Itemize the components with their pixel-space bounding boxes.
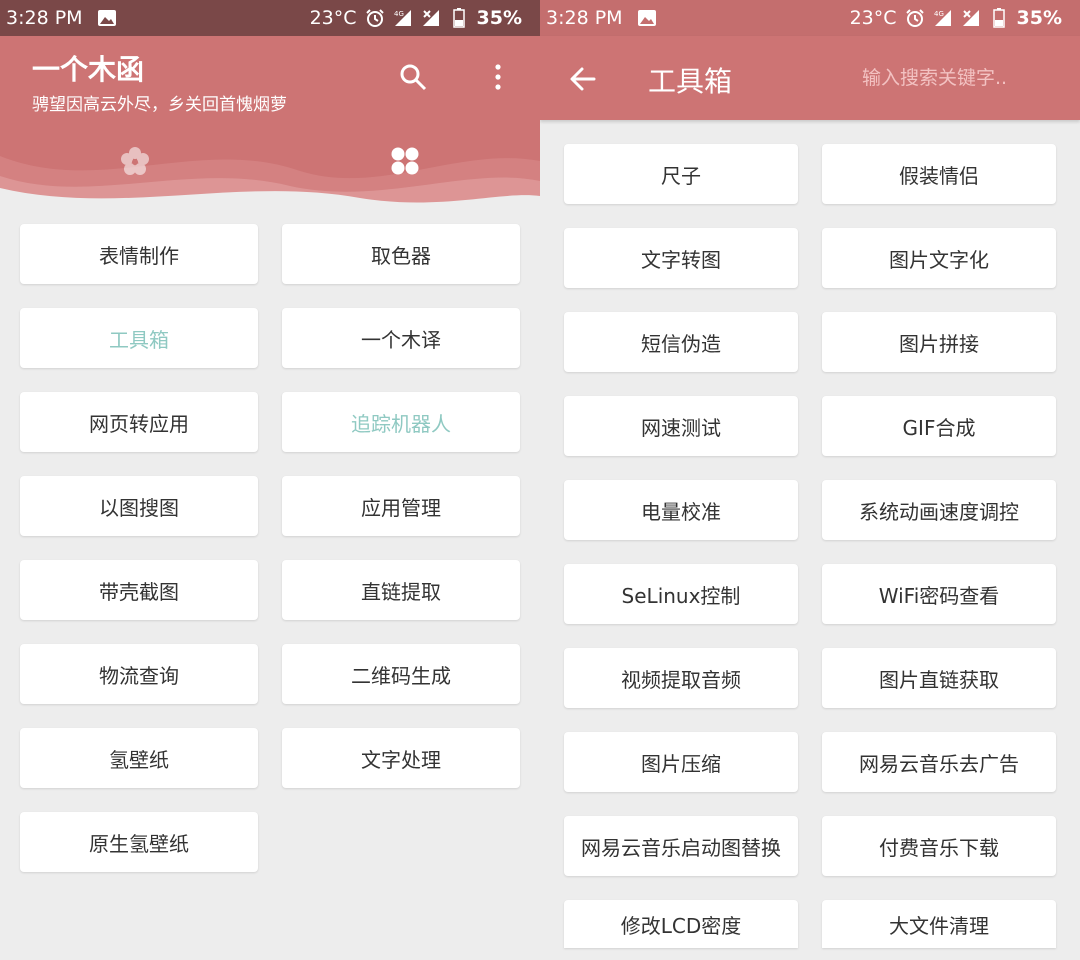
battery-icon	[452, 8, 465, 28]
clock: 3:28 PM	[6, 7, 83, 29]
tool-button[interactable]: 工具箱	[20, 308, 258, 368]
image-icon	[97, 10, 116, 26]
header-wave-decoration	[0, 156, 540, 206]
back-arrow-icon[interactable]	[568, 64, 598, 94]
search-input[interactable]	[860, 60, 1064, 96]
tool-button[interactable]: 短信伪造	[564, 312, 798, 372]
image-icon	[637, 10, 656, 26]
tool-button[interactable]: 一个木译	[282, 308, 520, 368]
tool-button[interactable]: 以图搜图	[20, 476, 258, 536]
temperature: 23°C	[849, 7, 897, 29]
tool-button[interactable]: 图片文字化	[822, 228, 1056, 288]
tool-button[interactable]: 付费音乐下载	[822, 816, 1056, 876]
signal-no-sim-icon	[962, 10, 979, 26]
tool-button[interactable]: 直链提取	[282, 560, 520, 620]
svg-text:4G: 4G	[934, 10, 944, 18]
toolbar: 工具箱	[540, 36, 1080, 120]
battery-level: 35%	[476, 7, 522, 29]
tool-button[interactable]: 尺子	[564, 144, 798, 204]
tool-button[interactable]: 取色器	[282, 224, 520, 284]
clock: 3:28 PM	[546, 7, 623, 29]
svg-text:4G: 4G	[394, 10, 404, 18]
tool-button[interactable]: 网页转应用	[20, 392, 258, 452]
tool-button[interactable]: 视频提取音频	[564, 648, 798, 708]
tool-button[interactable]: SeLinux控制	[564, 564, 798, 624]
signal-4g-icon: 4G	[394, 10, 411, 26]
alarm-icon	[905, 9, 924, 27]
grid-icon[interactable]	[390, 146, 420, 176]
status-bar: 3:28 PM 23°C 4G 35%	[540, 0, 1080, 36]
tool-button[interactable]: 图片直链获取	[822, 648, 1056, 708]
home-screen: 3:28 PM 23°C 4G 35% 一个木函 骋望因高云外尽，乡关回首愧烟萝	[0, 0, 540, 960]
tool-button[interactable]: 电量校准	[564, 480, 798, 540]
page-title: 工具箱	[648, 65, 733, 98]
tool-button[interactable]: 表情制作	[20, 224, 258, 284]
tool-button[interactable]: 图片压缩	[564, 732, 798, 792]
tool-button[interactable]: 二维码生成	[282, 644, 520, 704]
battery-level: 35%	[1016, 7, 1062, 29]
tool-button[interactable]: 假装情侣	[822, 144, 1056, 204]
status-bar: 3:28 PM 23°C 4G 35%	[0, 0, 540, 36]
tool-button[interactable]: 物流查询	[20, 644, 258, 704]
search-icon[interactable]	[398, 62, 428, 92]
toolbox-screen: 3:28 PM 23°C 4G 35% 工具箱 尺子 假装情侣 文字转图 图片文…	[540, 0, 1080, 960]
tool-button[interactable]: 文字处理	[282, 728, 520, 788]
signal-4g-icon: 4G	[934, 10, 951, 26]
app-header: 一个木函 骋望因高云外尽，乡关回首愧烟萝	[0, 36, 540, 206]
more-vert-icon[interactable]	[483, 62, 513, 92]
signal-no-sim-icon	[422, 10, 439, 26]
tool-button[interactable]: 应用管理	[282, 476, 520, 536]
tool-button[interactable]: 系统动画速度调控	[822, 480, 1056, 540]
tool-button[interactable]: WiFi密码查看	[822, 564, 1056, 624]
tool-button[interactable]: GIF合成	[822, 396, 1056, 456]
temperature: 23°C	[309, 7, 357, 29]
app-subtitle: 骋望因高云外尽，乡关回首愧烟萝	[32, 95, 287, 115]
tool-button[interactable]: 修改LCD密度	[564, 900, 798, 948]
flower-icon[interactable]	[120, 146, 150, 176]
tool-button[interactable]: 追踪机器人	[282, 392, 520, 452]
tool-button[interactable]: 大文件清理	[822, 900, 1056, 948]
tool-button[interactable]: 原生氢壁纸	[20, 812, 258, 872]
tool-button[interactable]: 网易云音乐去广告	[822, 732, 1056, 792]
tool-button[interactable]: 图片拼接	[822, 312, 1056, 372]
battery-icon	[992, 8, 1005, 28]
tool-button[interactable]: 氢壁纸	[20, 728, 258, 788]
tool-button[interactable]: 网易云音乐启动图替换	[564, 816, 798, 876]
tool-button[interactable]: 带壳截图	[20, 560, 258, 620]
tool-button[interactable]: 网速测试	[564, 396, 798, 456]
alarm-icon	[365, 9, 384, 27]
tool-button[interactable]: 文字转图	[564, 228, 798, 288]
app-title: 一个木函	[32, 53, 145, 86]
